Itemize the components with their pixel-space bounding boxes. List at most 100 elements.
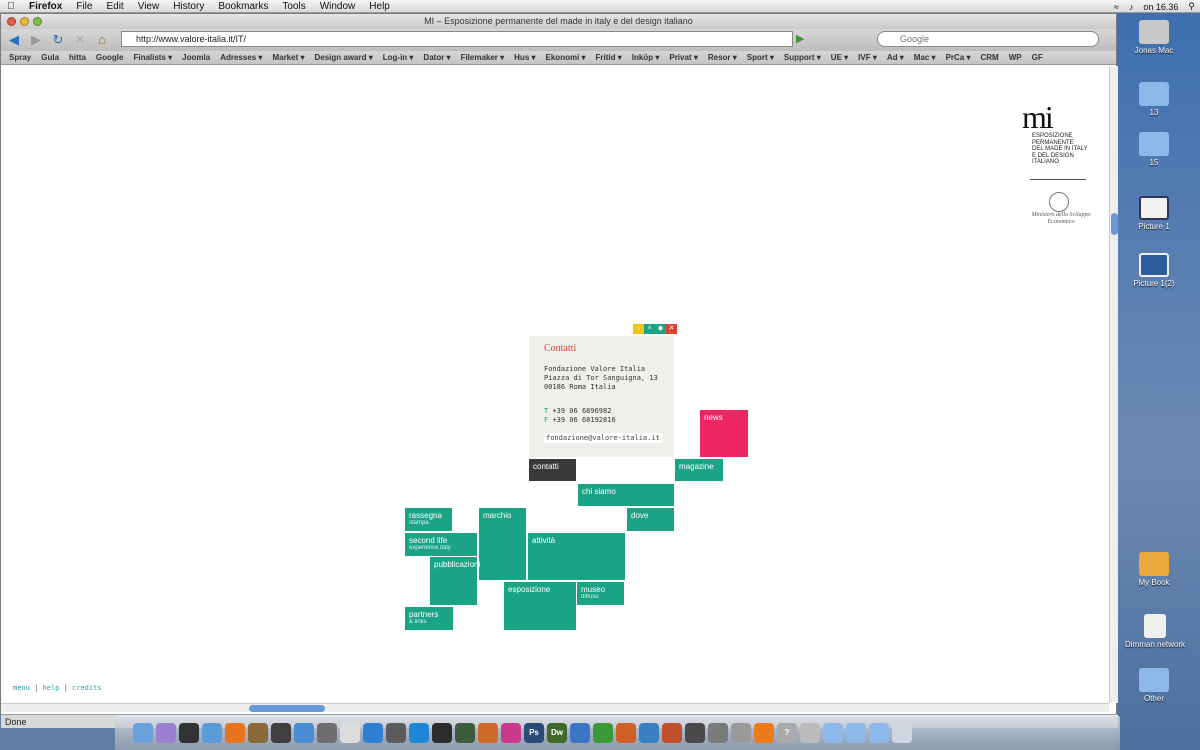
safari-icon[interactable]	[202, 723, 222, 743]
photoshop-icon[interactable]: Ps	[524, 723, 544, 743]
desktop-folder-15[interactable]: 15	[1129, 132, 1179, 167]
archive-icon[interactable]	[731, 723, 751, 743]
bookmark-item[interactable]: hitta	[64, 53, 91, 62]
bookmark-item[interactable]: Mac ▾	[909, 53, 941, 62]
bookmark-item[interactable]: Design award ▾	[309, 53, 377, 62]
tile-dove[interactable]: dove	[627, 508, 674, 531]
tile-second-life[interactable]: second life experience italy	[405, 533, 477, 556]
time-machine-icon[interactable]	[432, 723, 452, 743]
apple-icon[interactable]: 	[0, 1, 22, 12]
bookmark-item[interactable]: Sport ▾	[742, 53, 779, 62]
back-icon[interactable]: ◀	[5, 32, 23, 48]
bookmark-item[interactable]: CRM	[975, 53, 1003, 62]
bookmark-item[interactable]: Joomla	[177, 53, 215, 62]
bookmark-item[interactable]: Support ▾	[779, 53, 826, 62]
bookmark-item[interactable]: Resor ▾	[703, 53, 742, 62]
app-flower-icon[interactable]	[501, 723, 521, 743]
bookmark-item[interactable]: IVF ▾	[853, 53, 882, 62]
bookmark-item[interactable]: Inköp ▾	[627, 53, 665, 62]
footer-help-link[interactable]: help	[43, 684, 60, 692]
bookmark-item[interactable]: Adresses ▾	[215, 53, 267, 62]
zoom-window-icon[interactable]	[33, 17, 42, 26]
itunes-icon[interactable]	[294, 723, 314, 743]
tile-magazine[interactable]: magazine	[675, 459, 723, 481]
utility-icon[interactable]	[685, 723, 705, 743]
panel-back-icon[interactable]: ‹	[633, 324, 644, 334]
dreamweaver-icon[interactable]: Dw	[547, 723, 567, 743]
menu-clock[interactable]: on 16.36	[1138, 2, 1183, 12]
go-icon[interactable]: ▶	[796, 31, 810, 47]
menu-window[interactable]: Window	[313, 0, 363, 13]
bookmark-item[interactable]: Fritid ▾	[591, 53, 627, 62]
textedit-icon[interactable]	[340, 723, 360, 743]
tile-contatti[interactable]: contatti	[529, 459, 576, 481]
word-icon[interactable]	[570, 723, 590, 743]
volume-icon[interactable]: ♪	[1124, 2, 1139, 12]
vertical-scroll-thumb[interactable]	[1111, 213, 1118, 235]
bookmark-item[interactable]: Finalists ▾	[128, 53, 177, 62]
mail-icon[interactable]	[639, 723, 659, 743]
tile-marchio[interactable]: marchio	[479, 508, 526, 580]
tile-pubblicazioni[interactable]: pubblicazioni	[430, 557, 480, 605]
url-input[interactable]: http://www.valore-italia.it/IT/	[121, 31, 793, 47]
desktop-my-book[interactable]: My Book	[1129, 552, 1179, 587]
folder-icon[interactable]	[823, 723, 843, 743]
downloads-folder-icon[interactable]	[846, 723, 866, 743]
footer-menu-link[interactable]: menu	[13, 684, 30, 692]
excel-icon[interactable]	[593, 723, 613, 743]
menu-view[interactable]: View	[131, 0, 167, 13]
activity-monitor-icon[interactable]	[455, 723, 475, 743]
skype-icon[interactable]	[409, 723, 429, 743]
database-icon[interactable]	[708, 723, 728, 743]
horizontal-scroll-thumb[interactable]	[249, 705, 325, 712]
bookmark-item[interactable]: GF	[1027, 53, 1048, 62]
imovie-icon[interactable]	[271, 723, 291, 743]
spotlight-icon[interactable]: ⚲	[1183, 1, 1200, 12]
menu-bookmarks[interactable]: Bookmarks	[211, 0, 275, 13]
reload-icon[interactable]: ↻	[49, 32, 67, 48]
tile-rassegna[interactable]: rassegna stampa	[405, 508, 452, 531]
firefox-icon[interactable]	[225, 723, 245, 743]
home-icon[interactable]: ⌂	[93, 32, 111, 48]
menu-app[interactable]: Firefox	[22, 0, 69, 13]
menu-history[interactable]: History	[166, 0, 211, 13]
tile-esposizione[interactable]: esposizione	[504, 582, 576, 630]
dashboard-icon[interactable]	[179, 723, 199, 743]
desktop-folder-other[interactable]: Other	[1129, 668, 1179, 703]
help-icon[interactable]: ?	[777, 723, 797, 743]
footer-credits-link[interactable]: credits	[72, 684, 102, 692]
forward-icon[interactable]: ▶	[27, 32, 45, 48]
close-window-icon[interactable]	[7, 17, 16, 26]
bookmark-item[interactable]: Filemaker ▾	[456, 53, 510, 62]
bookmark-item[interactable]: Market ▾	[267, 53, 309, 62]
trash-icon[interactable]	[892, 723, 912, 743]
menu-file[interactable]: File	[69, 0, 99, 13]
bookmark-item[interactable]: WP	[1004, 53, 1027, 62]
wifi-icon[interactable]: ≈	[1109, 2, 1124, 12]
menu-help[interactable]: Help	[362, 0, 397, 13]
panel-close-icon[interactable]: ✕	[666, 324, 677, 334]
site-logo[interactable]: mi ESPOSIZIONE PERMANENTE DEL MADE IN IT…	[1022, 101, 1092, 226]
system-preferences-icon[interactable]	[386, 723, 406, 743]
search-input[interactable]: Google	[877, 31, 1099, 47]
finder-icon[interactable]	[133, 723, 153, 743]
vlc-icon[interactable]	[754, 723, 774, 743]
transmit-icon[interactable]	[478, 723, 498, 743]
bookmark-item[interactable]: Ekonomi ▾	[541, 53, 591, 62]
horizontal-scrollbar[interactable]	[1, 703, 1109, 712]
desktop-dimman-network[interactable]: Dimman network	[1120, 614, 1190, 649]
tile-partners[interactable]: partners & links	[405, 607, 453, 630]
network-icon[interactable]	[800, 723, 820, 743]
bookmark-item[interactable]: Gula	[36, 53, 64, 62]
panel-move-icon[interactable]: ◆	[655, 324, 666, 334]
iphoto-icon[interactable]	[248, 723, 268, 743]
minimize-window-icon[interactable]	[20, 17, 29, 26]
contact-email-link[interactable]: fondazione@valore-italia.it	[544, 433, 662, 443]
stop-icon[interactable]: ✕	[71, 32, 89, 48]
bookmark-item[interactable]: Dator ▾	[418, 53, 455, 62]
menu-edit[interactable]: Edit	[99, 0, 130, 13]
ichat-icon[interactable]	[156, 723, 176, 743]
tile-museo[interactable]: museo diffuso	[577, 582, 624, 605]
tile-attivita[interactable]: attività	[528, 533, 625, 580]
desktop-picture-1-2[interactable]: Picture 1(2)	[1129, 253, 1179, 288]
